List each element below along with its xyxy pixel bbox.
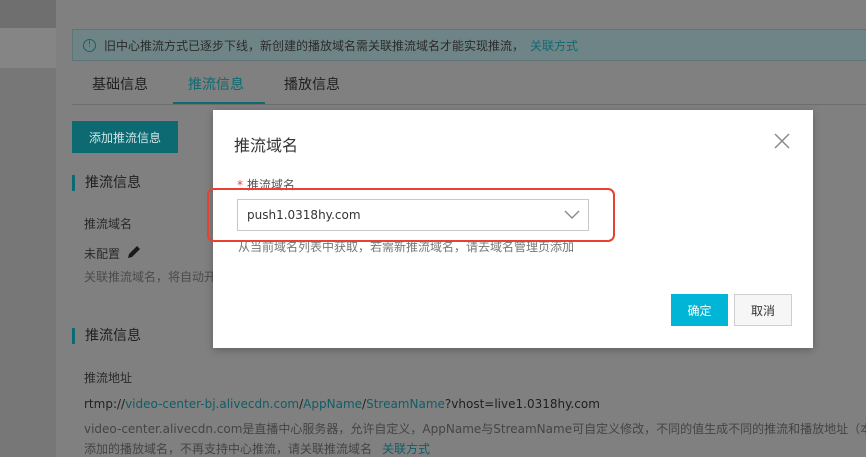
notice-text: 旧中心推流方式已逐步下线，新创建的播放域名需关联推流域名才能实现推流， 关联方式 [104, 38, 579, 53]
push-domain-label: 推流域名 [84, 217, 133, 231]
tab-bar: 基础信息 推流信息 播放信息 [72, 66, 866, 105]
required-mark: * [237, 178, 243, 192]
notice-link[interactable]: 关联方式 [530, 39, 578, 53]
field-help-text: 从当前域名列表中获取，若需新推流域名，请去域名管理页添加 [238, 240, 575, 254]
pencil-icon[interactable] [126, 244, 142, 260]
sidebar-top [0, 0, 56, 28]
section-title-push-address: 推流信息 [72, 328, 141, 344]
sidebar-item-active[interactable] [0, 28, 56, 68]
sidebar [0, 0, 56, 457]
push-url-app: AppName [303, 397, 363, 411]
add-push-info-button[interactable]: 添加推流信息 [72, 121, 178, 153]
tab-basic-info[interactable]: 基础信息 [92, 74, 148, 94]
tab-play-info[interactable]: 播放信息 [284, 74, 340, 94]
push-desc-line-1: video-center.alivecdn.com是直播中心服务器，允许自定义，… [84, 422, 866, 436]
section-title-push-info: 推流信息 [72, 175, 141, 191]
notice-banner: ! 旧中心推流方式已逐步下线，新创建的播放域名需关联推流域名才能实现推流， 关联方… [72, 29, 866, 61]
page-root: ! 旧中心推流方式已逐步下线，新创建的播放域名需关联推流域名才能实现推流， 关联方… [0, 0, 866, 457]
dialog-title: 推流域名 [234, 136, 299, 155]
select-value: push1.0318hy.com [247, 208, 361, 222]
push-domain-status: 未配置 [84, 247, 121, 261]
push-domain-select[interactable]: push1.0318hy.com [237, 199, 589, 231]
close-icon[interactable] [773, 132, 791, 150]
tab-active-indicator [173, 102, 265, 104]
confirm-button[interactable]: 确定 [671, 294, 728, 326]
chevron-down-icon [564, 210, 580, 219]
push-address-label: 推流地址 [84, 371, 133, 385]
desc-link[interactable]: 关联方式 [382, 442, 430, 456]
cancel-button[interactable]: 取消 [734, 294, 792, 326]
push-url-host: video-center-bj.alivecdn.com [125, 397, 300, 411]
push-desc-line-2: 添加的播放域名，不再支持中心推流，请关联推流域名 关联方式 [84, 442, 431, 456]
push-url-stream: StreamName [366, 397, 445, 411]
push-domain-dialog: 推流域名 * 推流域名 push1.0318hy.com 从当前域名列表中获取，若… [207, 110, 813, 348]
tab-push-info[interactable]: 推流信息 [188, 74, 244, 94]
field-label: * 推流域名 [237, 178, 296, 192]
push-domain-help: 关联推流域名，将自动开 [84, 270, 217, 284]
push-url: rtmp://video-center-bj.alivecdn.com/AppN… [84, 397, 600, 411]
info-icon: ! [83, 38, 96, 52]
